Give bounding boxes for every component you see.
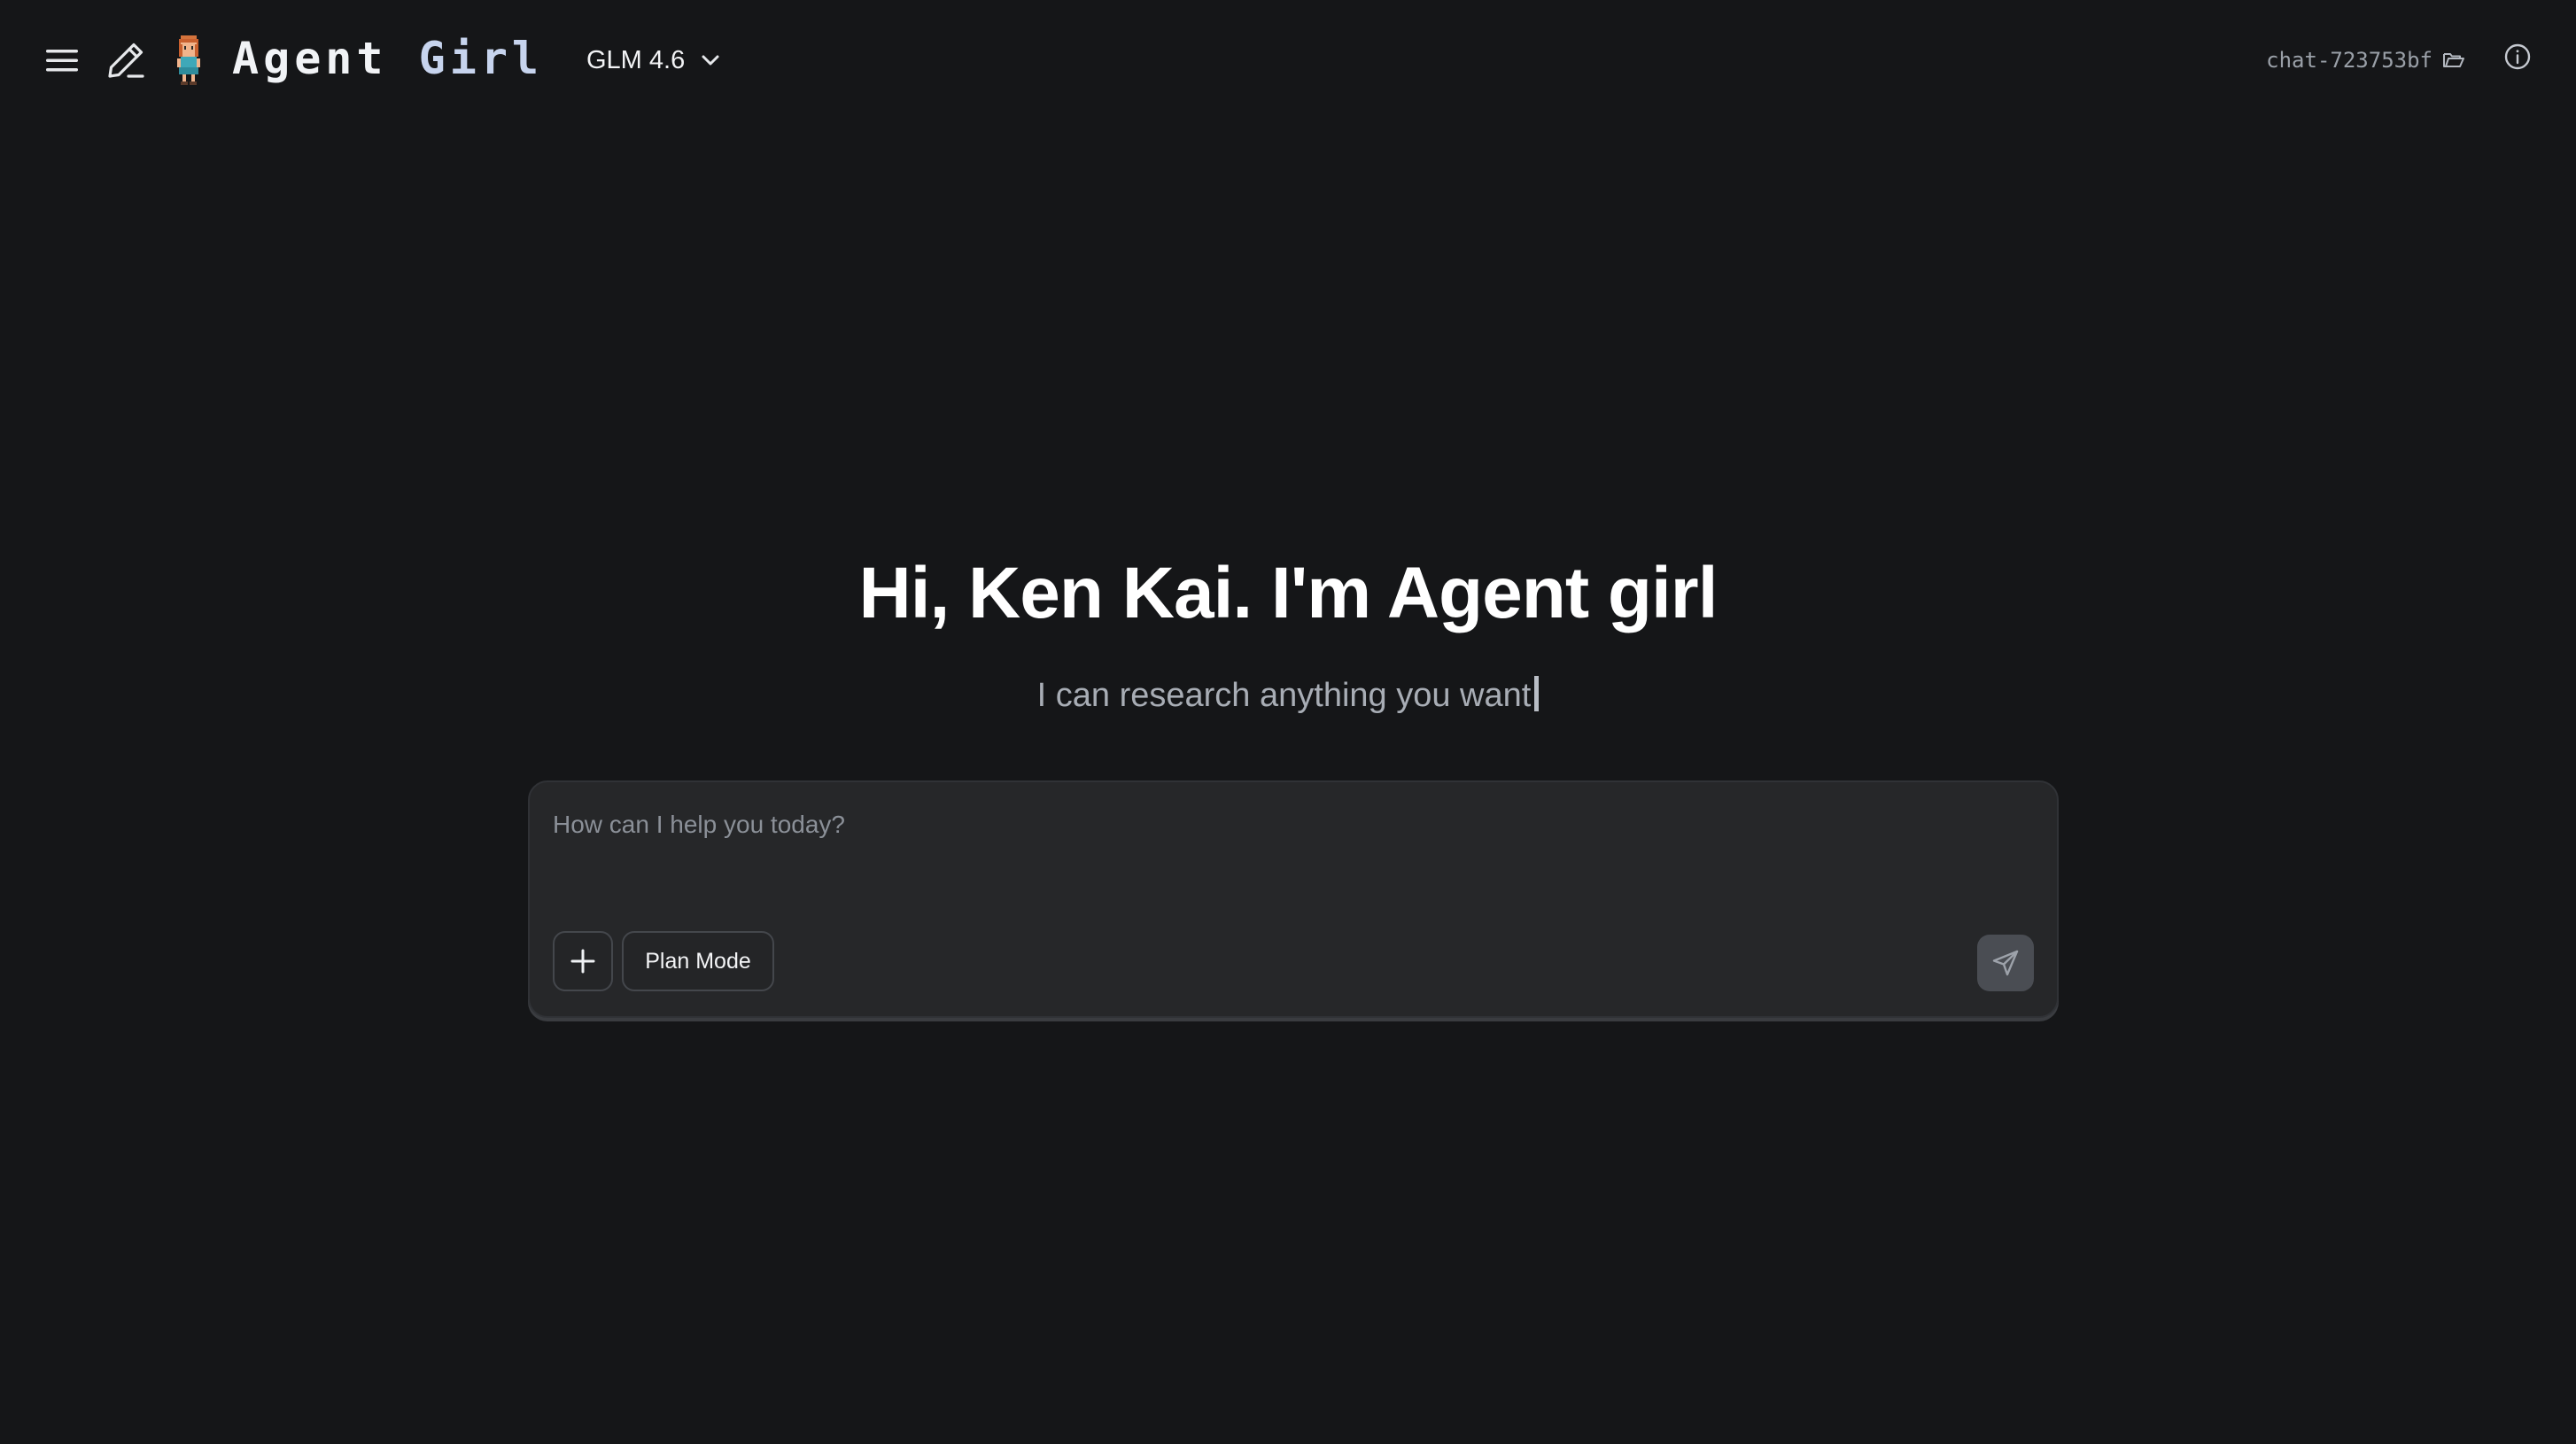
- chat-composer: Plan Mode: [528, 780, 2059, 1018]
- plan-mode-button[interactable]: Plan Mode: [622, 931, 774, 991]
- menu-button[interactable]: [41, 39, 83, 82]
- greeting-subtitle-text: I can research anything you want: [1036, 677, 1532, 714]
- greeting-title: Hi, Ken Kai. I'm Agent girl: [0, 547, 2576, 640]
- typing-caret: [1534, 676, 1540, 711]
- folder-open-icon: [2443, 53, 2464, 67]
- app-logo-text: Agent Girl: [232, 32, 543, 85]
- info-button[interactable]: [2500, 39, 2535, 74]
- info-circle-icon: [2504, 43, 2531, 70]
- pixel-girl-avatar-icon: [177, 35, 200, 85]
- top-bar: Agent Girl GLM 4.6 chat-723753bf: [0, 0, 2576, 120]
- chat-id-label: chat-723753bf: [2266, 48, 2432, 73]
- model-selector[interactable]: GLM 4.6: [586, 35, 720, 85]
- greeting-subtitle: I can research anything you want: [0, 672, 2576, 719]
- model-selector-label: GLM 4.6: [586, 45, 686, 74]
- attach-button[interactable]: [553, 931, 613, 991]
- open-folder-button[interactable]: [2438, 44, 2470, 76]
- send-paper-plane-icon: [1992, 950, 2019, 976]
- new-chat-button[interactable]: [103, 37, 149, 83]
- logo-word-agent: Agent: [232, 33, 388, 84]
- logo-avatar: [174, 35, 204, 85]
- logo-word-girl: Girl: [418, 33, 544, 84]
- pencil-icon: [108, 43, 144, 78]
- hamburger-menu-icon: [46, 50, 78, 72]
- send-button[interactable]: [1977, 935, 2034, 991]
- chevron-down-icon: [702, 55, 719, 66]
- app-root: Agent Girl GLM 4.6 chat-723753bf Hi, Ken…: [0, 0, 2576, 1444]
- plus-icon: [570, 949, 595, 974]
- message-input[interactable]: [553, 809, 2032, 915]
